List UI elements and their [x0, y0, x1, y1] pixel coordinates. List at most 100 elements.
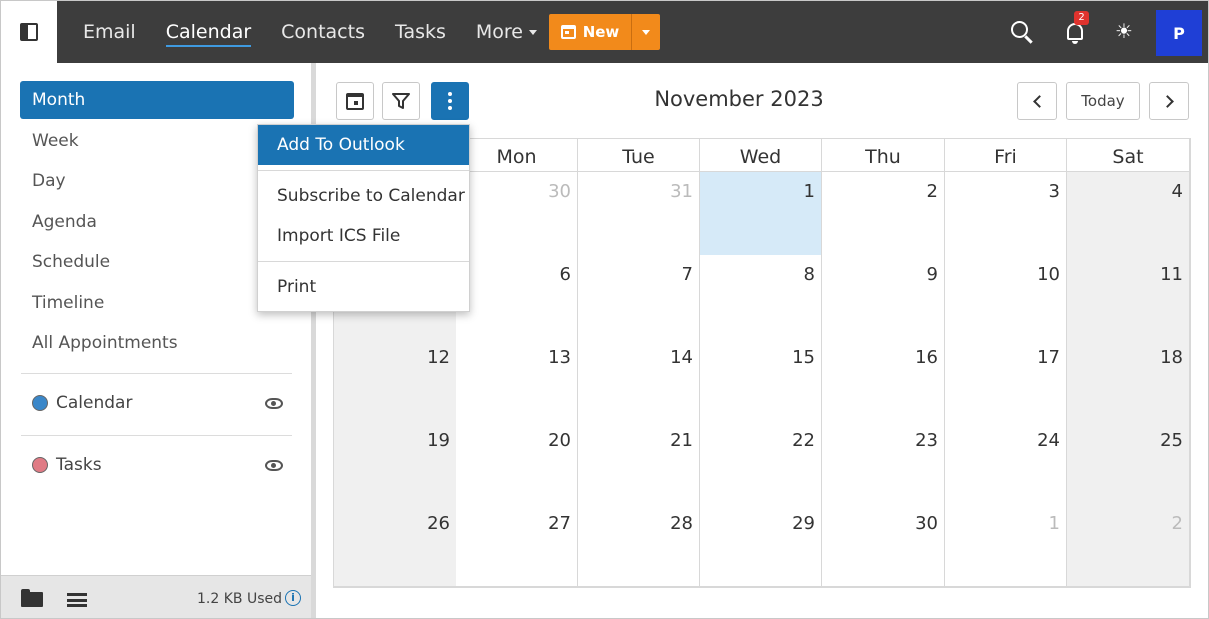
day-cell[interactable]: 2 [822, 172, 945, 256]
filter-button[interactable] [382, 82, 420, 120]
nav-email[interactable]: Email [83, 21, 136, 43]
day-number: 31 [670, 181, 693, 202]
day-number: 13 [548, 347, 571, 368]
day-number: 25 [1160, 430, 1183, 451]
day-cell[interactable]: 26 [334, 504, 457, 587]
nav-tasks[interactable]: Tasks [395, 21, 446, 43]
day-number: 11 [1160, 264, 1183, 285]
menu-item-import-ics[interactable]: Import ICS File [258, 216, 469, 256]
view-schedule[interactable]: Schedule [20, 243, 294, 281]
day-cell[interactable]: 6 [456, 255, 578, 339]
folder-icon[interactable] [21, 589, 43, 607]
notification-badge: 2 [1074, 11, 1089, 25]
day-cell[interactable]: 21 [578, 421, 700, 505]
day-cell[interactable]: 4 [1067, 172, 1190, 256]
bell-icon [1067, 22, 1083, 44]
day-cell[interactable]: 1 [945, 504, 1067, 587]
divider [21, 373, 292, 374]
theme-toggle-button[interactable]: ☀ [1108, 15, 1140, 47]
list-icon[interactable] [67, 593, 87, 607]
divider [21, 435, 292, 436]
sidebar-footer: 1.2 KB Used i [1, 575, 311, 618]
nav-calendar[interactable]: Calendar [165, 21, 252, 47]
view-day[interactable]: Day [20, 162, 294, 200]
day-cell[interactable]: 2 [1067, 504, 1190, 587]
day-cell[interactable]: 7 [578, 255, 700, 339]
day-cell[interactable]: 9 [822, 255, 945, 339]
day-number: 19 [427, 430, 450, 451]
new-button[interactable]: New [549, 14, 631, 50]
day-cell[interactable]: 29 [700, 504, 822, 587]
day-cell[interactable]: 13 [456, 338, 578, 422]
day-cell[interactable]: 30 [822, 504, 945, 587]
view-month[interactable]: Month [20, 81, 294, 119]
avatar[interactable]: P [1156, 10, 1202, 56]
day-cell[interactable]: 22 [700, 421, 822, 505]
more-options-button[interactable] [431, 82, 469, 120]
day-cell[interactable]: 16 [822, 338, 945, 422]
search-icon [1010, 20, 1028, 38]
weekday-header: Fri [945, 139, 1067, 172]
weekday-header: Wed [700, 139, 822, 172]
day-cell[interactable]: 8 [700, 255, 822, 339]
weekday-header: Sat [1067, 139, 1190, 172]
tasks-list-item[interactable]: Tasks [32, 453, 287, 477]
day-number: 1 [803, 181, 815, 202]
menu-item-print[interactable]: Print [258, 267, 469, 307]
new-dropdown-button[interactable] [631, 14, 660, 50]
day-number: 27 [548, 513, 571, 534]
day-number: 6 [559, 264, 571, 285]
day-cell[interactable]: 17 [945, 338, 1067, 422]
day-cell[interactable]: 11 [1067, 255, 1190, 339]
day-cell[interactable]: 25 [1067, 421, 1190, 505]
calendar-today-icon [346, 92, 364, 110]
day-number: 15 [792, 347, 815, 368]
day-cell[interactable]: 3 [945, 172, 1067, 256]
day-cell[interactable]: 10 [945, 255, 1067, 339]
day-number: 4 [1171, 181, 1183, 202]
day-cell[interactable]: 19 [334, 421, 457, 505]
day-cell[interactable]: 12 [334, 338, 457, 422]
menu-item-add-to-outlook[interactable]: Add To Outlook [258, 125, 469, 165]
day-cell[interactable]: 28 [578, 504, 700, 587]
day-cell[interactable]: 20 [456, 421, 578, 505]
view-timeline[interactable]: Timeline [20, 284, 294, 322]
view-all-appointments[interactable]: All Appointments [20, 324, 294, 362]
menu-item-subscribe[interactable]: Subscribe to Calendar [258, 176, 469, 216]
info-icon[interactable]: i [285, 590, 301, 606]
weekday-header: Tue [578, 139, 700, 172]
eye-icon[interactable] [265, 459, 283, 471]
calendar-list-item[interactable]: Calendar [32, 391, 287, 415]
day-number: 2 [1171, 513, 1183, 534]
day-number: 3 [1048, 181, 1060, 202]
eye-icon[interactable] [265, 397, 283, 409]
day-cell[interactable]: 24 [945, 421, 1067, 505]
day-cell[interactable]: 23 [822, 421, 945, 505]
day-cell[interactable]: 14 [578, 338, 700, 422]
chevron-down-icon [642, 29, 650, 35]
previous-month-button[interactable] [1017, 82, 1057, 120]
nav-contacts[interactable]: Contacts [281, 21, 365, 43]
sidebar-toggle-button[interactable] [1, 1, 57, 63]
storage-used: 1.2 KB Used [197, 591, 282, 607]
day-number: 7 [681, 264, 693, 285]
day-cell[interactable]: 31 [578, 172, 700, 256]
tasks-label: Tasks [56, 455, 102, 475]
chevron-right-icon [1160, 94, 1174, 108]
day-cell[interactable]: 30 [456, 172, 578, 256]
go-to-today-icon-button[interactable] [336, 82, 374, 120]
day-cell[interactable]: 15 [700, 338, 822, 422]
view-agenda[interactable]: Agenda [20, 203, 294, 241]
day-number: 28 [670, 513, 693, 534]
day-cell[interactable]: 27 [456, 504, 578, 587]
day-number: 30 [548, 181, 571, 202]
day-cell[interactable]: 1 [700, 172, 822, 256]
day-cell[interactable]: 18 [1067, 338, 1190, 422]
next-month-button[interactable] [1149, 82, 1189, 120]
search-button[interactable] [1005, 15, 1037, 47]
day-number: 26 [427, 513, 450, 534]
today-button[interactable]: Today [1066, 82, 1140, 120]
weekday-header: Mon [456, 139, 578, 172]
nav-more[interactable]: More [476, 21, 537, 43]
view-week[interactable]: Week [20, 122, 294, 160]
